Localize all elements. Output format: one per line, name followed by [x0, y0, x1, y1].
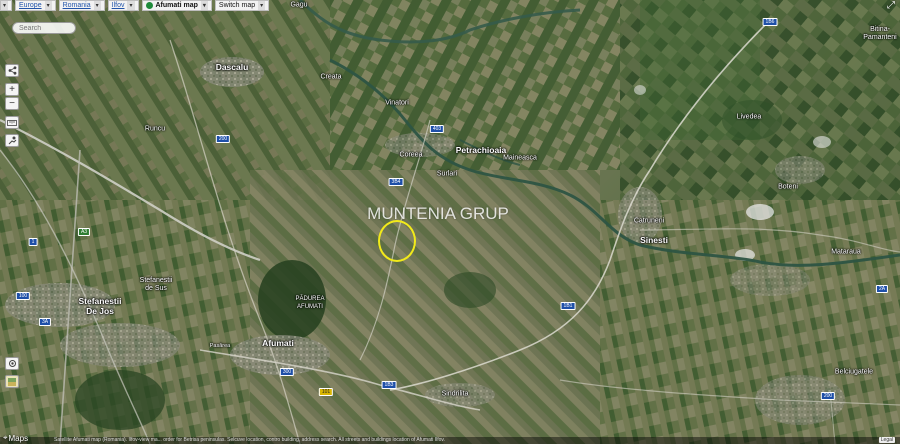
chevron-down-icon[interactable]: ▾: [1, 1, 9, 10]
road-shield: 1B1: [560, 302, 576, 310]
street-view-icon: [8, 136, 16, 145]
road-shield: 100: [15, 292, 31, 300]
attribution-text: Satellite Afumati map (Romania). Ilfov-v…: [54, 437, 445, 443]
place-label-sindrilita: Sindrilita: [441, 390, 469, 398]
place-label-pasarea: Pasărea: [209, 343, 231, 349]
place-label-belciugatele: Belciugatele: [834, 368, 874, 376]
place-label-gagu: Gagu: [290, 1, 308, 9]
breadcrumb-europe[interactable]: Europe ▾: [15, 0, 56, 11]
road-shield: 1B6: [762, 18, 778, 26]
breadcrumb-world[interactable]: ▾: [0, 0, 13, 11]
zoom-out-icon: −: [9, 98, 15, 109]
place-label-coreea: Coreea: [399, 151, 423, 159]
road-shield: 403: [429, 125, 445, 133]
road-shield: 3A: [38, 318, 52, 326]
place-label-boteni: Boteni: [778, 183, 798, 191]
locate-icon: [8, 360, 16, 367]
breadcrumb-romania[interactable]: Romania ▾: [58, 0, 105, 11]
road-shield: 101: [318, 388, 334, 396]
place-label-vinatori: Vinatori: [385, 99, 409, 107]
place-label-stefanestii-jos: Stefanestii De Jos: [78, 296, 122, 316]
place-label-maineasca: Maineasca: [503, 154, 537, 162]
place-label-stefanestii-sus: Stefanestii de Sus: [139, 277, 173, 292]
zoom-in-icon: +: [9, 84, 15, 95]
road-shield: 300: [279, 368, 295, 376]
place-label-sinesti: Sinesti: [640, 235, 668, 245]
maps-logo: ⌖ Maps: [3, 433, 28, 443]
chevron-down-icon[interactable]: ▾: [127, 1, 135, 10]
breadcrumb-label: Afumati map: [155, 2, 198, 9]
road-shield: 3B4: [388, 178, 404, 186]
place-label-livedea: Livedea: [736, 113, 762, 121]
breadcrumb-label[interactable]: Romania: [63, 2, 91, 9]
search-input[interactable]: [12, 22, 76, 34]
chevron-down-icon[interactable]: ▾: [258, 1, 266, 10]
legal-link[interactable]: Legal: [878, 437, 895, 443]
place-label-mataraua: Mataraua: [831, 248, 861, 256]
layers-button[interactable]: [5, 375, 19, 388]
layers-icon: [8, 377, 16, 386]
road-shield: 200: [215, 135, 231, 143]
road-shield: 2A: [875, 285, 889, 293]
place-label-afumati: Afumati: [262, 338, 294, 348]
place-label-creata: Creata: [320, 73, 342, 81]
attribution-bar: Satellite Afumati map (Romania). Ilfov-v…: [0, 437, 900, 444]
place-label-bitina: Bitina- Pamanteni: [863, 26, 897, 41]
place-label-padurea-afumati: PĂDUREA AFUMATI: [295, 296, 325, 310]
chevron-down-icon[interactable]: ▾: [93, 1, 101, 10]
chevron-down-icon[interactable]: ▾: [44, 1, 52, 10]
ruler-button[interactable]: [5, 116, 19, 129]
road-shield: 1: [28, 238, 38, 246]
road-shield: A3: [77, 228, 91, 236]
breadcrumb-label[interactable]: Ilfov: [112, 2, 125, 9]
switch-map-label: Switch map: [218, 2, 256, 9]
place-label-catruneni: Catruneni: [633, 217, 665, 225]
place-label-runcu: Runcu: [144, 125, 166, 133]
share-icon: [8, 66, 16, 75]
breadcrumb-afumati-map[interactable]: Afumati map ▾: [141, 0, 212, 11]
street-view-button[interactable]: [5, 134, 19, 147]
map-pin-icon: ⌖: [3, 433, 8, 442]
map-status-icon: [145, 2, 153, 9]
chevron-down-icon[interactable]: ▾: [200, 1, 208, 10]
location-highlight-circle: [378, 220, 416, 262]
share-button[interactable]: [5, 64, 19, 77]
place-label-dascalu: Dascalu: [215, 62, 249, 72]
maps-logo-text: Maps: [8, 433, 29, 443]
switch-map-button[interactable]: Switch map ▾: [214, 0, 270, 11]
place-label-surlari: Surlari: [436, 170, 458, 178]
zoom-in-button[interactable]: +: [5, 83, 19, 96]
road-shield: 1B3: [381, 381, 397, 389]
breadcrumb-ilfov[interactable]: Ilfov ▾: [107, 0, 139, 11]
satellite-map[interactable]: Gagu Bitina- Pamanteni Dascalu Creata Vi…: [0, 0, 900, 444]
my-location-button[interactable]: [5, 357, 19, 370]
breadcrumb-label[interactable]: Europe: [19, 2, 42, 9]
place-label-petrachioaia: Petrachioaia: [455, 145, 507, 155]
ruler-icon: [7, 119, 17, 126]
breadcrumb-toolbar: ▾ Europe ▾ Romania ▾ Ilfov ▾ Afumati map…: [0, 0, 270, 11]
road-shield: 200: [820, 392, 836, 400]
fullscreen-icon[interactable]: ⤢: [887, 1, 897, 11]
zoom-out-button[interactable]: −: [5, 97, 19, 110]
